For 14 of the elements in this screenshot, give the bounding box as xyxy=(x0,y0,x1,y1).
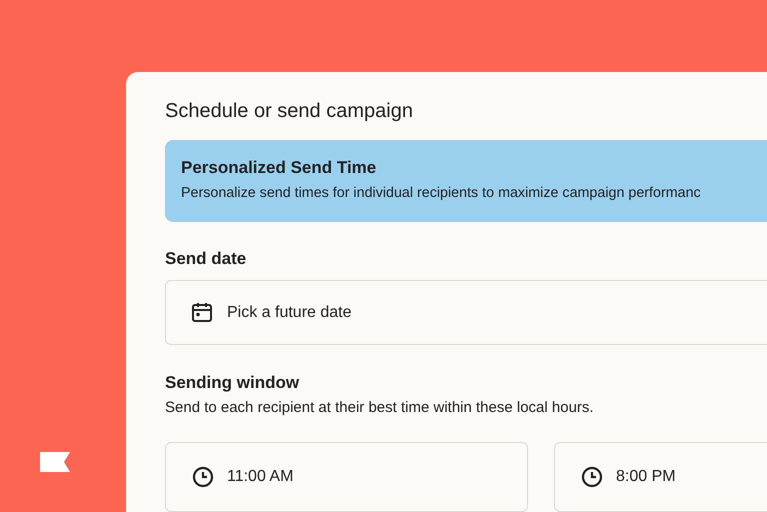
date-field[interactable]: Pick a future date xyxy=(165,280,767,345)
panel-title: Schedule or send campaign xyxy=(165,100,414,124)
flag-logo-icon xyxy=(40,452,70,472)
field-label: Send date xyxy=(165,249,248,269)
field-description: Send to each recipient at their best time within these local hours. xyxy=(165,399,595,416)
field-label: Sending window xyxy=(165,373,300,393)
time-value: 11:00 AM xyxy=(227,468,294,486)
time-field[interactable]: 8:00 PM xyxy=(554,442,767,512)
banner-description: Personalize send times for individual recipients to maximize campaign performanc xyxy=(181,185,702,201)
time-value: 8:00 PM xyxy=(616,468,676,486)
clock-icon xyxy=(191,465,215,489)
clock-icon xyxy=(580,465,604,489)
time-field[interactable]: 11:00 AM xyxy=(165,442,528,512)
banner-title: Personalized Send Time xyxy=(181,158,378,178)
